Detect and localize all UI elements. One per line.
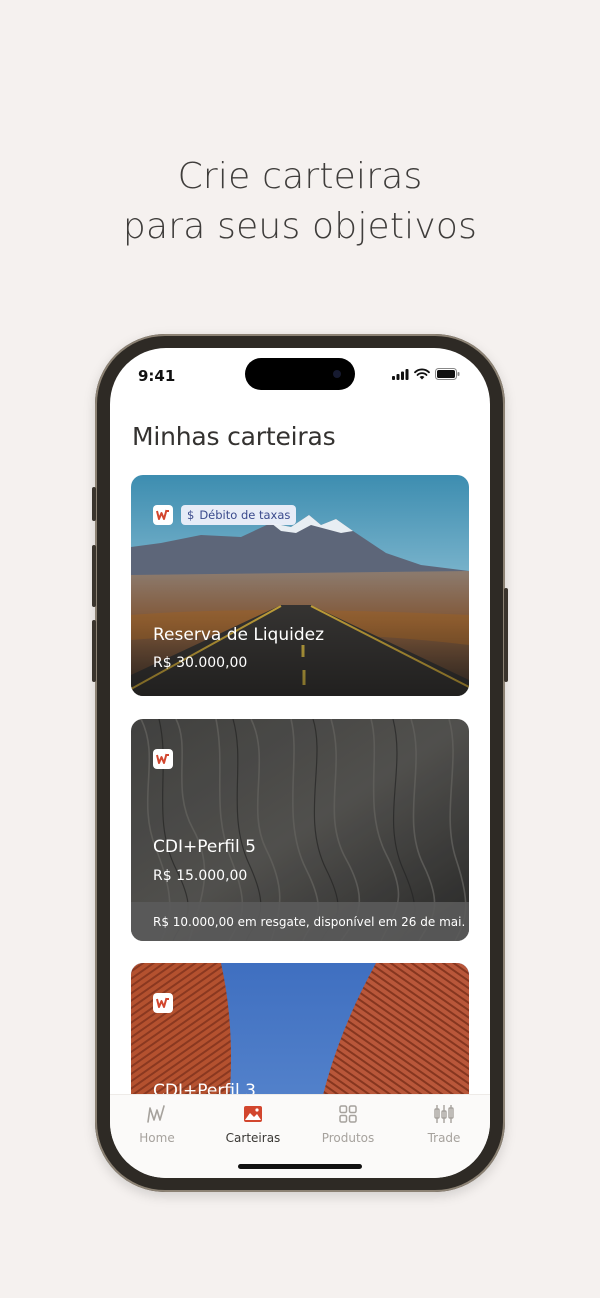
wallet-name: CDI+Perfil 5 bbox=[153, 837, 256, 857]
battery-icon bbox=[435, 368, 460, 380]
home-chart-icon bbox=[147, 1105, 165, 1123]
tab-produtos[interactable]: Produtos bbox=[308, 1103, 388, 1149]
wallet-card-cdi-perfil-5[interactable]: CDI+Perfil 5 R$ 15.000,00 R$ 10.000,00 e… bbox=[131, 719, 469, 941]
camera-dot bbox=[333, 370, 341, 378]
fee-debit-badge: $ Débito de taxas bbox=[181, 505, 297, 525]
image-icon bbox=[244, 1106, 262, 1122]
phone-side-button bbox=[92, 487, 96, 521]
tab-label-home: Home bbox=[139, 1131, 175, 1145]
wallet-name: Reserva de Liquidez bbox=[153, 625, 325, 645]
wallet-card-reserva[interactable]: $ Débito de taxas Reserva de Liquidez R$… bbox=[131, 475, 469, 696]
home-indicator[interactable] bbox=[238, 1164, 362, 1169]
status-time: 9:41 bbox=[138, 367, 176, 385]
grid-icon bbox=[339, 1105, 357, 1123]
tab-home[interactable]: Home bbox=[117, 1103, 197, 1149]
wifi-icon bbox=[414, 368, 430, 380]
phone-volume-up-button bbox=[92, 545, 96, 607]
brand-logo-icon bbox=[153, 993, 173, 1013]
redemption-note-text: R$ 10.000,00 em resgate, disponível em 2… bbox=[153, 914, 466, 929]
tab-label-carteiras: Carteiras bbox=[225, 1131, 281, 1145]
brand-logo-icon bbox=[153, 505, 173, 525]
dollar-icon: $ bbox=[187, 508, 195, 522]
phone-power-button bbox=[504, 588, 508, 682]
headline-line-2: para seus objetivos bbox=[122, 206, 478, 247]
tab-carteiras[interactable]: Carteiras bbox=[213, 1103, 293, 1149]
tab-label-trade: Trade bbox=[427, 1131, 461, 1145]
fee-debit-label: Débito de taxas bbox=[199, 508, 291, 522]
wallet-value: R$ 15.000,00 bbox=[153, 868, 248, 884]
brand-logo-icon bbox=[153, 749, 173, 769]
tab-trade[interactable]: Trade bbox=[404, 1103, 484, 1149]
headline-line-1: Crie carteiras bbox=[177, 156, 423, 197]
phone-volume-down-button bbox=[92, 620, 96, 682]
dynamic-island bbox=[245, 358, 355, 390]
status-icons bbox=[392, 368, 460, 380]
tab-label-produtos: Produtos bbox=[321, 1131, 375, 1145]
candlestick-icon bbox=[434, 1105, 454, 1123]
phone-screen: 9:41 Minhas carteiras $ Débito de taxas … bbox=[110, 348, 490, 1178]
signal-icon bbox=[392, 368, 409, 380]
page-title: Minhas carteiras bbox=[132, 422, 336, 451]
wallet-value: R$ 30.000,00 bbox=[153, 655, 248, 671]
headline: Crie carteiras para seus objetivos bbox=[0, 152, 600, 252]
redemption-note: R$ 10.000,00 em resgate, disponível em 2… bbox=[131, 902, 469, 941]
